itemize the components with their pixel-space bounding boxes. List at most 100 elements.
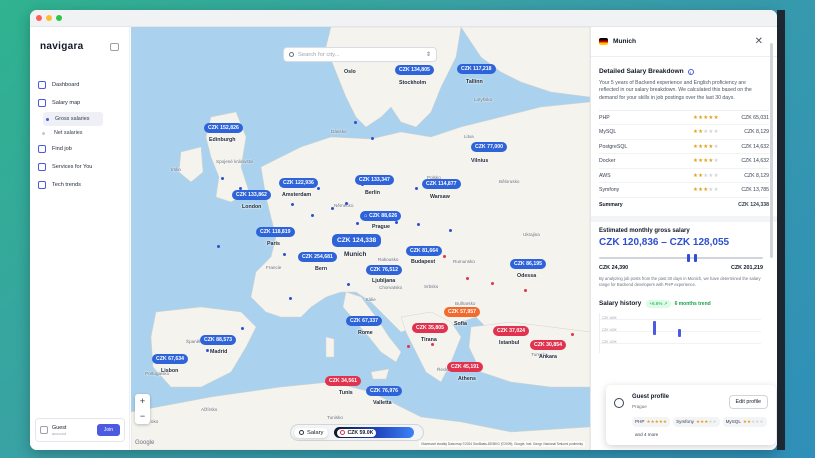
salary-map[interactable]: Search for city... ⇕ Lotyšsko Litva Bělo…	[131, 27, 590, 450]
salary-pin-bern[interactable]: CZK 254,681	[298, 252, 337, 262]
map-marker-dot[interactable]	[206, 349, 209, 352]
skill-chip-rating: ★★★★★	[696, 419, 717, 424]
slider-high-marker	[693, 254, 697, 263]
salary-pin-sofia[interactable]: CZK 57,957	[444, 307, 480, 317]
map-marker-dot[interactable]	[331, 207, 334, 210]
map-marker-dot[interactable]	[491, 282, 494, 285]
city-label-rome: Rome	[358, 330, 373, 336]
map-marker-dot[interactable]	[354, 121, 357, 124]
sidebar-subitem-label: Gross salaries	[55, 116, 90, 122]
map-marker-dot[interactable]	[371, 137, 374, 140]
map-marker-dot[interactable]	[345, 202, 348, 205]
skill-row: Docker ★★★★★ CZK 14,632	[599, 154, 769, 169]
skill-name: AWS	[599, 172, 611, 179]
salary-pin-budapest[interactable]: CZK 81,664	[406, 246, 442, 256]
sidebar-item-dashboard[interactable]: Dashboard	[38, 76, 126, 94]
salary-pin-london[interactable]: CZK 133,862	[232, 190, 271, 200]
salary-pin-vilnius[interactable]: CZK 77,000	[471, 142, 507, 152]
salary-pin-amsterdam[interactable]: CZK 122,936	[279, 178, 318, 188]
sidebar-item-label: Salary map	[52, 100, 81, 106]
map-marker-dot[interactable]	[466, 277, 469, 280]
join-button[interactable]: Join	[96, 424, 120, 436]
zoom-in-button[interactable]: +	[135, 394, 150, 409]
close-window-icon[interactable]	[36, 15, 42, 21]
salary-pin-odessa[interactable]: CZK 86,195	[510, 259, 546, 269]
salary-pin-ankara[interactable]: CZK 30,854	[530, 340, 566, 350]
city-label-madrid: Madrid	[210, 349, 228, 355]
city-search-input[interactable]: Search for city... ⇕	[283, 47, 437, 62]
breakdown-title-text: Detailed Salary Breakdown	[599, 68, 684, 75]
skill-chip: MySQL ★★★★★	[722, 417, 767, 427]
map-marker-dot[interactable]	[283, 253, 286, 256]
map-marker-dot[interactable]	[571, 333, 574, 336]
panel-scrollbar[interactable]	[770, 43, 773, 258]
skill-name: Docker	[599, 158, 616, 165]
salary-pin-label: CZK 88,626	[369, 213, 398, 219]
map-marker-dot[interactable]	[395, 221, 398, 224]
salary-pin-rome[interactable]: CZK 67,337	[346, 316, 382, 326]
map-marker-dot[interactable]	[415, 187, 418, 190]
map-marker-dot[interactable]	[289, 297, 292, 300]
skill-rating: ★★★★★	[693, 144, 731, 150]
map-marker-dot[interactable]	[449, 229, 452, 232]
salary-pin-paris[interactable]: CZK 118,819	[256, 227, 295, 237]
map-marker-dot[interactable]	[356, 222, 359, 225]
sidebar-subitem-net-salaries[interactable]: Net salaries	[38, 126, 126, 140]
city-detail-panel: Munich ✕ Detailed Salary Breakdown i You…	[590, 27, 777, 450]
salary-pin-stockholm[interactable]: CZK 134,805	[395, 65, 434, 75]
close-icon[interactable]: ✕	[755, 36, 763, 47]
chevron-updown-icon[interactable]: ⇕	[426, 51, 431, 58]
skill-rating: ★★★★★	[693, 115, 731, 121]
salary-pin-valletta[interactable]: CZK 76,976	[366, 386, 402, 396]
map-marker-dot[interactable]	[221, 177, 224, 180]
salary-pin-edinburgh[interactable]: CZK 152,826	[204, 123, 243, 133]
edit-profile-button[interactable]: Edit profile	[728, 395, 768, 409]
star-icon: ★	[713, 143, 719, 150]
map-marker-dot[interactable]	[347, 283, 350, 286]
salary-layer-button[interactable]: Salary	[294, 427, 329, 438]
more-skills-link[interactable]: and 4 more	[632, 430, 661, 439]
map-marker-dot[interactable]	[407, 345, 410, 348]
map-marker-dot[interactable]	[524, 289, 527, 292]
info-icon[interactable]: i	[687, 68, 694, 75]
city-label-lisbon: Lisbon	[161, 368, 179, 374]
salary-pin-lisbon[interactable]: CZK 67,634	[152, 354, 188, 364]
salary-pin-istanbul[interactable]: CZK 37,024	[493, 326, 529, 336]
map-marker-dot[interactable]	[417, 223, 420, 226]
map-marker-dot[interactable]	[443, 255, 446, 258]
salary-pin-berlin[interactable]: CZK 133,347	[355, 175, 394, 185]
salary-pin-ljubljana[interactable]: CZK 76,512	[366, 265, 402, 275]
minimize-window-icon[interactable]	[46, 15, 52, 21]
map-layer-toggle[interactable]: Salary CZK 59.0K	[290, 424, 424, 441]
map-attribution[interactable]: Klávesové zkratky Data map ©2024 GeoBasi…	[419, 441, 585, 447]
app-logo[interactable]: navigara	[40, 41, 84, 52]
city-label-bern: Bern	[315, 266, 328, 272]
sidebar-item-salary-map[interactable]: Salary map	[38, 94, 126, 112]
sidebar-item-tech-trends[interactable]: Tech trends	[38, 176, 126, 194]
map-marker-dot[interactable]	[217, 245, 220, 248]
map-marker-dot[interactable]	[311, 214, 314, 217]
sidebar-subitem-gross-salaries[interactable]: Gross salaries	[43, 112, 103, 126]
maximize-window-icon[interactable]	[56, 15, 62, 21]
sidebar-collapse-icon[interactable]	[110, 43, 119, 51]
map-marker-dot[interactable]	[317, 187, 320, 190]
salary-pin-tunis[interactable]: CZK 34,561	[325, 376, 361, 386]
zoom-out-button[interactable]: −	[135, 409, 150, 424]
salary-pin-tallinn[interactable]: CZK 117,218	[457, 64, 496, 74]
map-marker-dot[interactable]	[291, 203, 294, 206]
salary-pin-madrid[interactable]: CZK 88,573	[200, 335, 236, 345]
salary-pin-warsaw[interactable]: CZK 114,877	[422, 179, 461, 189]
salary-pin-athens[interactable]: CZK 45,191	[447, 362, 483, 372]
map-marker-dot[interactable]	[241, 327, 244, 330]
estimate-section: Estimated monthly gross salary CZK 120,8…	[591, 228, 777, 353]
city-label-ljubljana: Ljubljana	[372, 278, 396, 284]
skill-name: MySQL	[599, 129, 617, 136]
sidebar-item-find-job[interactable]: Find job	[38, 140, 126, 158]
sidebar-subitem-label: Net salaries	[54, 130, 83, 136]
salary-pin-tirana[interactable]: CZK 35,805	[412, 323, 448, 333]
map-marker-dot[interactable]	[431, 343, 434, 346]
salary-pin-munich-selected[interactable]: CZK 124,338	[332, 234, 382, 247]
city-label-prague: Prague	[372, 224, 390, 230]
sidebar-item-services[interactable]: Services for You	[38, 158, 126, 176]
salary-pin-prague[interactable]: ⌂ CZK 88,626	[360, 211, 402, 221]
